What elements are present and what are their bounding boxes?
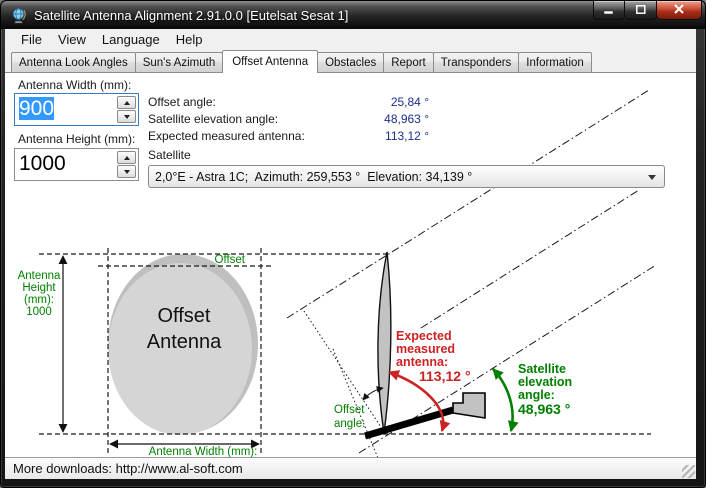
dish-label-line2: Antenna (147, 331, 222, 353)
window-controls (593, 1, 702, 20)
readout-elevation-angle: Satellite elevation angle: 48,963 ° (148, 111, 429, 128)
elevation-label-line3: angle: (518, 388, 555, 402)
satellite-selected-value: 2,0°E - Astra 1C; Azimuth: 259,553 ° Ele… (155, 170, 472, 184)
tab-transponders[interactable]: Transponders (433, 52, 520, 72)
globe-icon (10, 7, 27, 24)
offset-antenna-page: Offset Antenna Height (mm): 1000 Antenna… (5, 72, 696, 457)
down-arrow-icon (124, 170, 130, 174)
minimize-icon (604, 1, 614, 19)
status-bar: More downloads: http://www.al-soft.com (5, 457, 696, 479)
app-window: Satellite Antenna Alignment 2.91.0.0 [Eu… (0, 0, 706, 488)
dish-side-profile (378, 252, 391, 433)
antenna-height-value: 1000 (19, 152, 66, 175)
elevation-label-line1: Satellite (518, 362, 566, 376)
menu-view[interactable]: View (50, 30, 94, 49)
satellite-label: Satellite (148, 148, 191, 162)
readout-value: 48,963 ° (384, 111, 429, 128)
up-arrow-icon (124, 156, 130, 160)
expected-value: 113,12 ° (419, 368, 471, 384)
signal-ray-middle (421, 190, 639, 328)
height-label-value: 1000 (26, 306, 52, 318)
close-button[interactable] (657, 1, 702, 20)
tab-information[interactable]: Information (518, 52, 592, 72)
expected-label-line1: Expected (396, 329, 452, 343)
elevation-value: 48,963 ° (518, 401, 570, 417)
close-icon (674, 1, 684, 19)
antenna-width-input[interactable]: 900 (14, 93, 139, 126)
expected-label-line2: measured (396, 342, 455, 356)
offset-angle-label-line1: Offset (334, 404, 365, 416)
antenna-width-label: Antenna Width (mm): (18, 78, 131, 92)
antenna-height-label: Antenna Height (mm): (18, 132, 135, 146)
resize-grip[interactable] (682, 465, 695, 478)
menu-bar: File View Language Help (5, 29, 696, 50)
readout-offset-angle: Offset angle: 25,84 ° (148, 94, 429, 111)
elevation-angle-arc (493, 369, 513, 431)
maximize-icon (636, 1, 646, 19)
lnb-boom (365, 410, 453, 436)
dish-label-line1: Offset (158, 305, 211, 327)
window-title: Satellite Antenna Alignment 2.91.0.0 [Eu… (34, 8, 348, 23)
antenna-height-spin-up-button[interactable] (117, 151, 136, 164)
client-area: File View Language Help Antenna Look Ang… (5, 29, 696, 479)
tab-obstacles[interactable]: Obstacles (317, 52, 384, 72)
antenna-width-spin-down-button[interactable] (117, 110, 136, 123)
antenna-height-spin-down-button[interactable] (117, 165, 136, 178)
antenna-width-spin-up-button[interactable] (117, 96, 136, 109)
lnb-head (453, 393, 485, 418)
elevation-label-line2: elevation (518, 375, 572, 389)
minimize-button[interactable] (593, 1, 625, 20)
tab-offset-antenna[interactable]: Offset Antenna (222, 50, 318, 73)
readout-label: Offset angle: (148, 94, 216, 111)
height-label-line3: (mm): (24, 294, 54, 306)
satellite-select[interactable]: 2,0°E - Astra 1C; Azimuth: 259,553 ° Ele… (148, 165, 665, 188)
maximize-button[interactable] (625, 1, 657, 20)
readout-value: 113,12 ° (385, 128, 429, 145)
tab-suns-azimuth[interactable]: Sun's Azimuth (135, 52, 224, 72)
dropdown-arrow-icon (648, 175, 656, 180)
antenna-height-input[interactable]: 1000 (14, 148, 139, 181)
tab-strip: Antenna Look Angles Sun's Azimuth Offset… (5, 50, 696, 72)
expected-label-line3: antenna: (396, 355, 448, 369)
menu-file[interactable]: File (13, 30, 50, 49)
offset-dimension-label: Offset (215, 254, 246, 266)
menu-help[interactable]: Help (168, 30, 211, 49)
status-text: More downloads: http://www.al-soft.com (13, 461, 243, 476)
menu-language[interactable]: Language (94, 30, 168, 49)
angle-readouts: Offset angle: 25,84 ° Satellite elevatio… (148, 94, 429, 145)
down-arrow-icon (124, 115, 130, 119)
readout-value: 25,84 ° (391, 94, 429, 111)
height-label-line2: Height (22, 282, 56, 294)
tab-report[interactable]: Report (383, 52, 434, 72)
antenna-width-spinner (117, 96, 136, 123)
antenna-width-value: 900 (19, 97, 54, 120)
readout-label: Satellite elevation angle: (148, 111, 278, 128)
height-label-line1: Antenna (18, 270, 61, 282)
up-arrow-icon (124, 101, 130, 105)
tab-antenna-look-angles[interactable]: Antenna Look Angles (11, 52, 136, 72)
offset-angle-label-line2: angle: (334, 418, 365, 430)
readout-expected-measured: Expected measured antenna: 113,12 ° (148, 128, 429, 145)
readout-label: Expected measured antenna: (148, 128, 305, 145)
antenna-height-spinner (117, 151, 136, 178)
